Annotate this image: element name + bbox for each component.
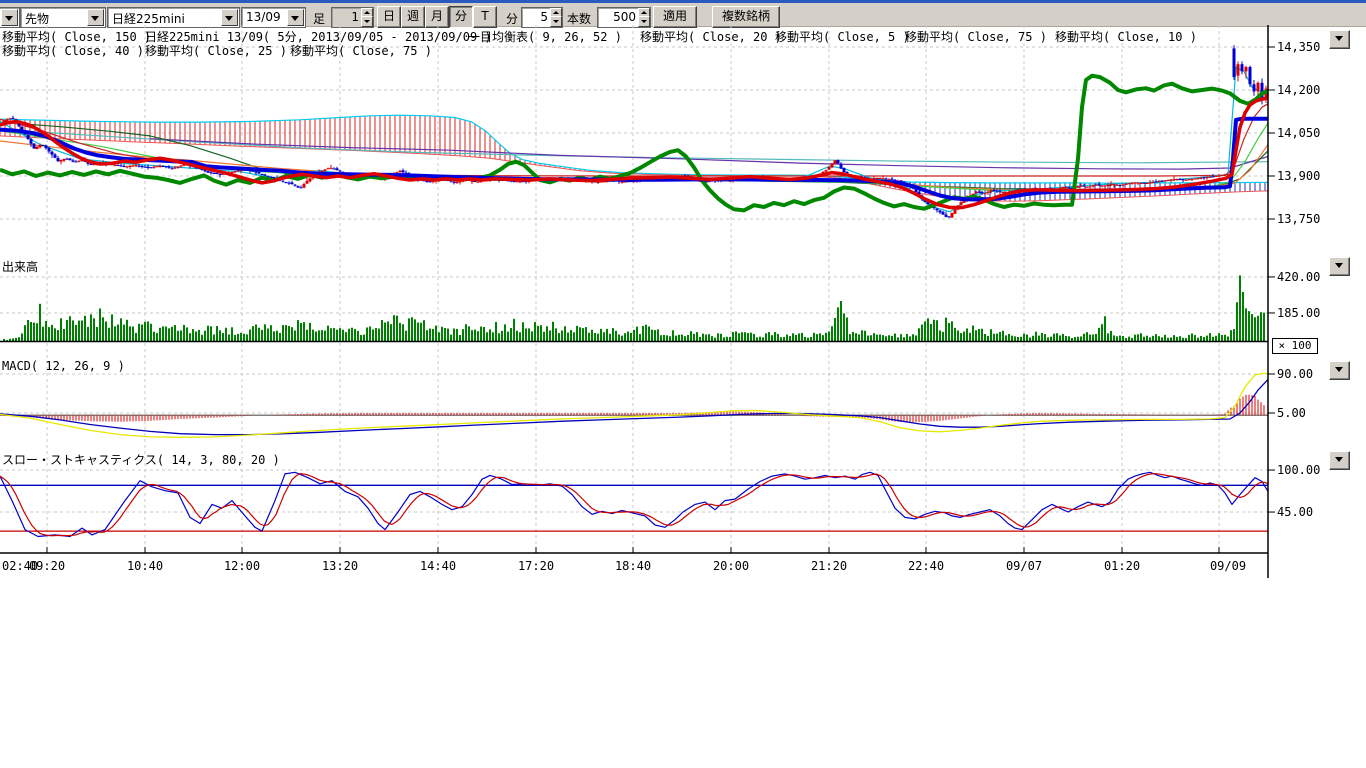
time-axis-label: 10:40: [127, 559, 163, 573]
time-axis-label: 01:20: [1104, 559, 1140, 573]
price-scale-dropdown-button[interactable]: [1329, 30, 1350, 49]
indicator-label: 移動平均( Close, 75 ): [290, 42, 432, 59]
time-axis-label: 09/07: [1006, 559, 1042, 573]
indicator-label: 一目均衡表( 9, 26, 52 ): [468, 28, 622, 45]
time-axis-label: 09/09: [1210, 559, 1246, 573]
volume-panel-label: 出来高: [2, 258, 38, 275]
axis-tick-label: 14,350: [1277, 40, 1320, 54]
gridlines: [0, 25, 1268, 553]
indicator-label: 移動平均( Close, 40 ): [2, 42, 144, 59]
time-axis-label: 20:00: [713, 559, 749, 573]
macd-scale-dropdown-button[interactable]: [1329, 361, 1350, 380]
app-window: 先物 日経225mini 13/09 足 1 日週月分T 分 5 本数 500 …: [0, 0, 1366, 768]
indicator-label: 移動平均( Close, 25 ): [145, 42, 287, 59]
axis-tick-label: 100.00: [1277, 463, 1320, 477]
stochastics-scale-dropdown-button[interactable]: [1329, 451, 1350, 470]
chart-area: 14,350 14,200 14,050 13,900 13,750 420.00 185.…: [0, 0, 1366, 768]
volume-bars: [0, 275, 1268, 341]
indicator-label: 移動平均( Close, 5 ): [775, 28, 910, 45]
macd-panel: [0, 374, 1268, 438]
axis-tick-label: 5.00: [1277, 406, 1306, 420]
indicator-label: 移動平均( Close, 10 ): [1055, 28, 1197, 45]
axis-tick-label: 14,050: [1277, 126, 1320, 140]
time-axis-label: 09:20: [29, 559, 65, 573]
axis-tick-label: 14,200: [1277, 83, 1320, 97]
time-axis-label: 12:00: [224, 559, 260, 573]
time-axis-label: 22:40: [908, 559, 944, 573]
axis-tick-label: 185.00: [1277, 306, 1320, 320]
time-axis-label: 13:20: [322, 559, 358, 573]
indicator-label: 移動平均( Close, 20 ): [640, 28, 782, 45]
axis-tick-label: 420.00: [1277, 270, 1320, 284]
axis-tick-label: 13,900: [1277, 169, 1320, 183]
macd-panel-label: MACD( 12, 26, 9 ): [2, 359, 125, 373]
stochastics-panel-label: スロー・ストキャスティクス( 14, 3, 80, 20 ): [2, 451, 280, 468]
time-axis-label: 18:40: [615, 559, 651, 573]
ma-purple: [150, 139, 1268, 169]
volume-scale-dropdown-button[interactable]: [1329, 257, 1350, 276]
volume-multiplier-badge: × 100: [1272, 338, 1318, 354]
stochastics-panel: [0, 472, 1268, 536]
chart-canvas: 14,350 14,200 14,050 13,900 13,750 420.00 185.…: [0, 0, 1366, 768]
axis-tick-label: 90.00: [1277, 367, 1313, 381]
axis-tick-label: 13,750: [1277, 212, 1320, 226]
axis-tick-label: 45.00: [1277, 505, 1313, 519]
indicator-label: 移動平均( Close, 75 ): [905, 28, 1047, 45]
time-axis-label: 17:20: [518, 559, 554, 573]
time-axis-label: 14:40: [420, 559, 456, 573]
time-axis-label: 21:20: [811, 559, 847, 573]
